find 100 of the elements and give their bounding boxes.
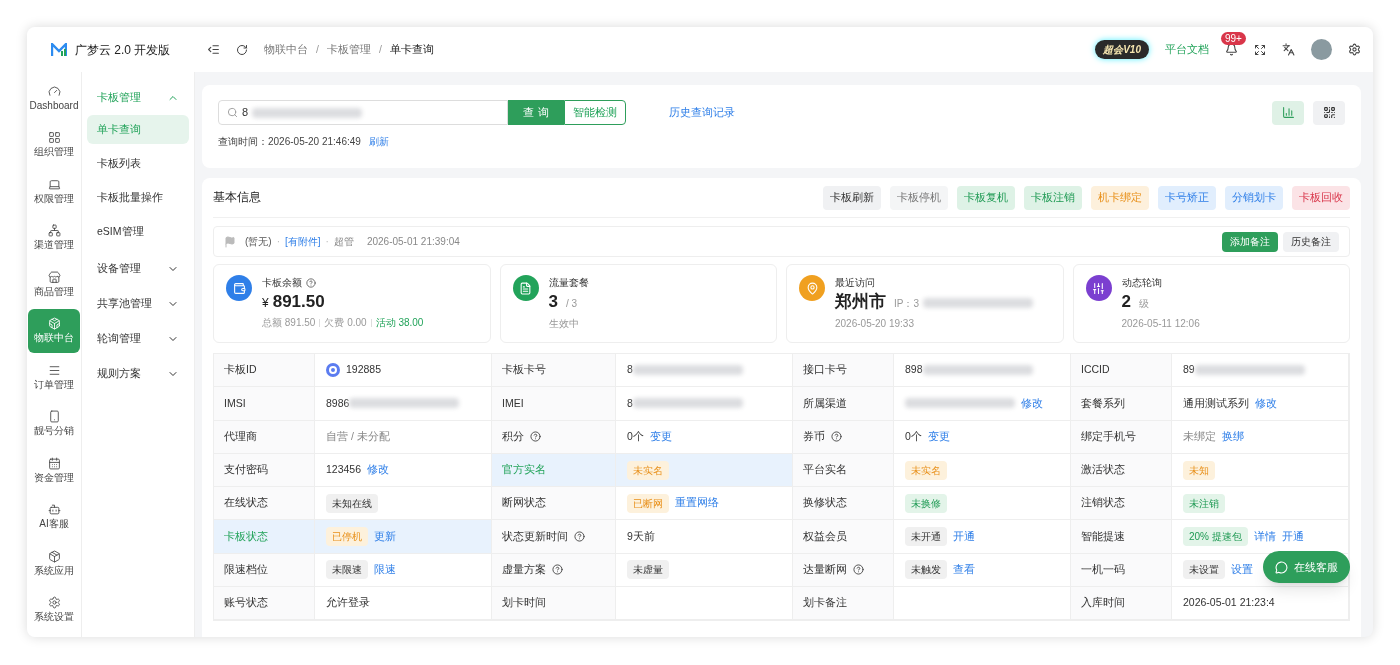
stat-detail: 欠费 0.00 [324, 316, 367, 330]
breadcrumb-link[interactable]: 卡板管理 [326, 41, 371, 58]
action-button[interactable]: 卡板注销 [1024, 185, 1082, 210]
action-button[interactable]: 卡板复机 [957, 185, 1015, 210]
value-text: 8 [627, 395, 633, 411]
field-label: 支付密码 [224, 462, 268, 478]
breadcrumb-separator: / [378, 41, 382, 57]
field-label: 换修状态 [803, 495, 847, 511]
nav-rail-item[interactable]: 订单管理 [28, 355, 80, 399]
search-icon [227, 107, 238, 118]
nav-rail-item[interactable]: AI客服 [28, 494, 80, 539]
submenu-item[interactable]: 单卡查询 [87, 115, 189, 144]
value-text: 自营 / 未分配 [326, 428, 390, 444]
settings-icon[interactable] [1348, 43, 1361, 56]
submenu-group[interactable]: 轮询管理 [97, 330, 141, 347]
stat-detail: 2026-05-11 12:06 [1121, 317, 1200, 331]
bar-chart-icon [1281, 106, 1295, 119]
submenu-group[interactable]: 共享池管理 [97, 295, 152, 312]
translate-icon[interactable] [1282, 43, 1295, 56]
brand-logo-icon [51, 42, 67, 57]
field-label: 平台实名 [803, 462, 847, 478]
nav-rail-item[interactable]: 资金管理 [28, 448, 80, 492]
collapse-menu-icon[interactable] [207, 43, 220, 56]
value-text: 89 [1183, 362, 1195, 378]
value-text: 192885 [346, 362, 382, 378]
submenu-item[interactable]: 卡板批量操作 [87, 183, 189, 212]
add-note-button[interactable]: 添加备注 [1222, 231, 1278, 252]
action-link[interactable]: 修改 [1021, 395, 1043, 412]
submenu-group[interactable]: 规则方案 [97, 365, 141, 382]
submenu-item[interactable]: 卡板列表 [87, 149, 189, 178]
field-label: 权益会员 [803, 528, 847, 544]
refresh-link[interactable]: 刷新 [368, 134, 389, 149]
field-label: 激活状态 [1081, 462, 1125, 478]
action-button[interactable]: 分销划卡 [1225, 185, 1283, 210]
avatar[interactable] [1311, 39, 1332, 60]
nav-rail-item[interactable]: 商品管理 [28, 262, 80, 306]
field-label: 绑定手机号 [1081, 428, 1136, 444]
action-link[interactable]: 换绑 [1222, 428, 1244, 445]
field-label: 券币 [803, 428, 825, 444]
field-label: 一机一码 [1081, 562, 1125, 578]
qr-code-icon [1322, 106, 1336, 119]
network-icon [47, 224, 61, 237]
action-link[interactable]: 变更 [649, 428, 672, 445]
action-button[interactable]: 卡板刷新 [823, 185, 881, 210]
action-link[interactable]: 重置网络 [675, 495, 719, 512]
action-link[interactable]: 修改 [1255, 395, 1277, 412]
action-link[interactable]: 查看 [953, 562, 975, 578]
history-link[interactable]: 历史查询记录 [669, 104, 735, 121]
notification-bell-icon[interactable] [1225, 43, 1238, 56]
action-link[interactable]: 修改 [367, 462, 390, 478]
nav-rail-item[interactable]: Dashboard [28, 76, 80, 120]
online-service-button[interactable]: 在线客服 [1263, 551, 1350, 583]
flag-icon [224, 235, 236, 248]
action-link[interactable]: 更新 [374, 528, 396, 545]
field-label: 状态更新时间 [502, 528, 568, 544]
currency-symbol: ¥ [262, 295, 269, 312]
field-label: 账号状态 [224, 595, 268, 611]
chart-button[interactable] [1272, 100, 1304, 125]
nav-rail-item[interactable]: 物联中台 [28, 308, 80, 353]
smart-detect-button[interactable]: 智能检测 [564, 100, 626, 125]
action-button[interactable]: 卡板回收 [1292, 185, 1350, 210]
query-button[interactable]: 查 询 [508, 100, 564, 125]
package-icon [47, 549, 61, 563]
nav-rail-item[interactable]: 权限管理 [28, 169, 80, 213]
stat-unit: / 3 [565, 297, 578, 311]
action-link[interactable]: 设置 [1231, 562, 1253, 578]
action-link[interactable]: 限速 [374, 562, 396, 578]
fullscreen-icon[interactable] [1254, 43, 1266, 56]
submenu-group[interactable]: 卡板管理 [97, 89, 141, 106]
status-tag: 未换修 [905, 493, 947, 513]
stat-detail: 生效中 [548, 317, 579, 331]
refresh-icon[interactable] [236, 43, 248, 56]
field-label: IMEI [502, 395, 524, 411]
attachment-link[interactable]: [有附件] [285, 234, 321, 249]
submenu-group[interactable]: 设备管理 [97, 260, 141, 277]
field-label: 划卡时间 [502, 595, 546, 611]
search-field[interactable]: 8 [218, 100, 508, 125]
field-label: 断网状态 [502, 495, 546, 511]
submenu-item[interactable]: eSIM管理 [87, 217, 189, 246]
action-link[interactable]: 变更 [927, 428, 950, 445]
action-button[interactable]: 卡板停机 [890, 185, 948, 210]
nav-rail-item[interactable]: 渠道管理 [28, 215, 80, 260]
nav-rail-item[interactable]: 系统应用 [28, 541, 80, 585]
action-button[interactable]: 卡号矫正 [1158, 185, 1216, 210]
status-tag: 未虚量 [627, 560, 669, 580]
action-link[interactable]: 开通 [1281, 528, 1304, 545]
value-text: 0个 [627, 428, 644, 444]
note-text: (暂无) [245, 235, 272, 249]
note-history-button[interactable]: 历史备注 [1283, 231, 1339, 252]
nav-rail-item[interactable]: 靓号分销 [28, 401, 80, 446]
nav-rail-item[interactable]: 系统设置 [28, 587, 80, 632]
breadcrumb-link[interactable]: 单卡查询 [389, 41, 434, 58]
action-link[interactable]: 详情 [1253, 528, 1276, 545]
breadcrumb-link[interactable]: 物联中台 [264, 41, 308, 58]
action-link[interactable]: 开通 [953, 528, 975, 545]
status-tag: 未开通 [905, 527, 947, 547]
nav-rail-item[interactable]: 组织管理 [28, 122, 80, 167]
qr-code-button[interactable] [1313, 100, 1345, 125]
action-button[interactable]: 机卡绑定 [1091, 185, 1149, 210]
docs-link[interactable]: 平台文档 [1165, 41, 1209, 58]
